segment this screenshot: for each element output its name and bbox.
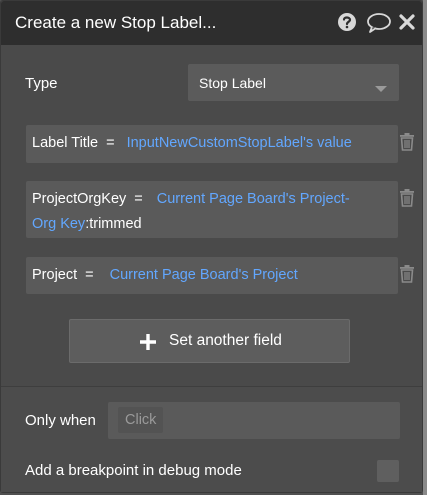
trash-icon[interactable] <box>399 265 415 288</box>
type-select-value: Stop Label <box>199 75 266 91</box>
set-another-field-button[interactable]: Set another field <box>69 319 350 363</box>
set-another-field-label: Set another field <box>169 332 282 349</box>
field-value-expression[interactable]: Current Page Board's Project <box>110 267 298 283</box>
field-row-project-org-key[interactable]: ProjectOrgKey = Current Page Board's Proje… <box>26 181 398 238</box>
field-row-label-title[interactable]: Label Title = InputNewCustomStopLabel's va… <box>26 125 398 163</box>
field-equals: = <box>134 191 143 207</box>
type-select[interactable]: Stop Label <box>188 64 399 101</box>
type-label: Type <box>25 75 58 92</box>
only-when-placeholder[interactable]: Click <box>118 407 164 433</box>
field-key: ProjectOrgKey <box>32 191 127 207</box>
trash-icon[interactable] <box>399 133 415 156</box>
plus-icon <box>139 333 157 356</box>
field-value-expression[interactable]: InputNewCustomStopLabel's value <box>127 135 352 151</box>
close-x-icon[interactable] <box>398 12 416 37</box>
debug-breakpoint-label: Add a breakpoint in debug mode <box>25 462 242 479</box>
field-key: Label Title <box>32 135 99 151</box>
field-row-project[interactable]: Project = Current Page Board's Project <box>26 257 398 294</box>
comment-bubble-icon[interactable] <box>366 12 392 39</box>
dialog-titlebar: Create a new Stop Label... <box>1 1 422 45</box>
only-when-label: Only when <box>25 412 96 429</box>
debug-breakpoint-checkbox[interactable] <box>377 460 399 482</box>
field-equals: = <box>106 135 115 151</box>
chevron-down-icon <box>375 80 387 98</box>
field-value-expression-cont[interactable]: Org Key <box>32 216 85 232</box>
question-circle-icon[interactable] <box>337 12 357 37</box>
workflow-action-dialog: Create a new Stop Label... Type Stop Lab… <box>0 0 423 493</box>
field-equals: = <box>85 267 94 283</box>
field-value-expression[interactable]: Current Page Board's Project- <box>157 191 350 207</box>
field-key: Project <box>32 267 78 283</box>
trash-icon[interactable] <box>399 189 415 212</box>
scrollbar[interactable] <box>423 0 427 495</box>
field-value-operator[interactable]: :trimmed <box>85 216 141 232</box>
only-when-expression-input[interactable]: Click <box>108 402 400 439</box>
dialog-title: Create a new Stop Label... <box>15 13 217 32</box>
